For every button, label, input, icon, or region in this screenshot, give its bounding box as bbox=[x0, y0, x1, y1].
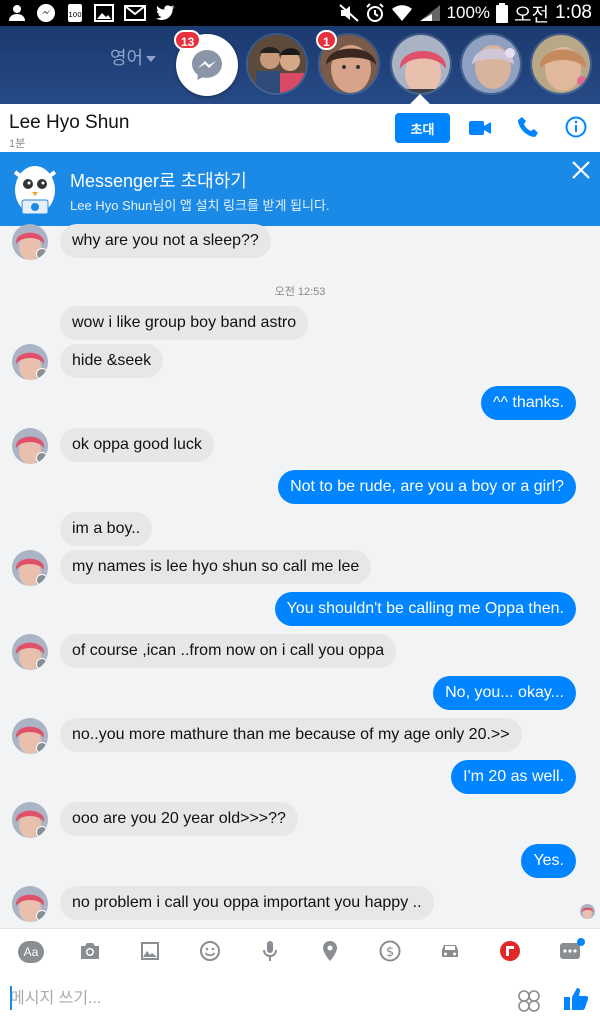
avatar[interactable] bbox=[12, 550, 48, 586]
location-icon[interactable] bbox=[319, 940, 341, 962]
chat-head-lee-hyo-shun[interactable] bbox=[390, 33, 452, 95]
message-timestamp: 오전 12:53 bbox=[274, 286, 326, 298]
message-incoming[interactable]: why are you not a sleep?? bbox=[60, 224, 271, 258]
conversation-header: Lee Hyo Shun 1분 초대 bbox=[0, 104, 600, 152]
clock-ampm: 오전 bbox=[514, 4, 550, 26]
message-outgoing[interactable]: No, you... okay... bbox=[433, 676, 576, 710]
person-icon bbox=[9, 5, 25, 21]
message-incoming[interactable]: my names is lee hyo shun so call me lee bbox=[60, 550, 372, 584]
avatar[interactable] bbox=[12, 224, 48, 260]
payment-icon[interactable]: $ bbox=[379, 940, 401, 962]
messenger-mascot-icon bbox=[13, 166, 57, 215]
storage-icon: 100 bbox=[68, 4, 82, 22]
camera-icon[interactable] bbox=[79, 940, 101, 962]
avatar[interactable] bbox=[12, 344, 48, 380]
message-incoming[interactable]: hide &seek bbox=[60, 344, 164, 378]
messenger-notification-icon bbox=[37, 4, 55, 22]
seen-indicator-avatar bbox=[580, 904, 595, 919]
message-incoming[interactable]: im a boy.. bbox=[60, 512, 153, 546]
chat-head-friend-4[interactable] bbox=[460, 33, 522, 95]
message-incoming[interactable]: ok oppa good luck bbox=[60, 428, 214, 462]
chat-head-couple[interactable] bbox=[246, 33, 308, 95]
clock-time: 1:08 bbox=[555, 2, 592, 23]
avatar[interactable] bbox=[12, 718, 48, 754]
emoji-icon[interactable] bbox=[199, 940, 221, 962]
twitter-icon bbox=[156, 5, 175, 20]
messenger-icon bbox=[192, 50, 222, 80]
avatar[interactable] bbox=[12, 802, 48, 838]
banner-subtitle: Lee Hyo Shun님이 앱 설치 링크를 받게 됩니다. bbox=[70, 198, 330, 213]
phone-icon[interactable] bbox=[517, 116, 539, 138]
car-icon[interactable] bbox=[439, 940, 461, 962]
message-outgoing[interactable]: You shouldn't be calling me Oppa then. bbox=[274, 592, 576, 626]
message-outgoing[interactable]: ^^ thanks. bbox=[480, 386, 576, 420]
message-outgoing[interactable]: Yes. bbox=[521, 844, 576, 878]
battery-percent: 100% bbox=[446, 3, 491, 22]
message-composer bbox=[0, 974, 600, 1024]
chat-heads-bar: 영어 13 1 bbox=[0, 26, 600, 104]
chat-head-friend-5[interactable] bbox=[530, 33, 592, 95]
like-icon[interactable] bbox=[563, 986, 589, 1012]
message-incoming[interactable]: wow i like group boy band astro bbox=[60, 306, 309, 340]
text-format-icon[interactable]: Aa bbox=[18, 941, 44, 963]
message-incoming[interactable]: ooo are you 20 year old>>>?? bbox=[60, 802, 298, 836]
alarm-icon bbox=[365, 3, 384, 22]
gallery-icon bbox=[94, 4, 114, 22]
avatar[interactable] bbox=[12, 634, 48, 670]
avatar[interactable] bbox=[12, 886, 48, 922]
language-selector[interactable]: 영어 bbox=[110, 44, 157, 70]
svg-text:$: $ bbox=[386, 945, 394, 960]
message-incoming[interactable]: no..you more mathure than me because of … bbox=[60, 718, 522, 752]
last-active-status: 1분 bbox=[9, 138, 26, 150]
active-head-pointer bbox=[410, 94, 430, 104]
stickers-icon[interactable] bbox=[517, 989, 541, 1013]
message-outgoing[interactable]: I'm 20 as well. bbox=[451, 760, 576, 794]
svg-text:100: 100 bbox=[68, 11, 81, 19]
info-icon[interactable] bbox=[565, 116, 587, 138]
new-apps-dot bbox=[577, 938, 585, 946]
video-call-icon[interactable] bbox=[468, 119, 492, 137]
gallery-icon[interactable] bbox=[139, 940, 161, 962]
banner-title: Messenger로 초대하기 bbox=[70, 171, 247, 191]
wifi-icon bbox=[391, 5, 412, 21]
mute-icon bbox=[338, 4, 359, 22]
flipboard-icon[interactable] bbox=[499, 940, 521, 962]
messenger-unread-badge: 13 bbox=[174, 30, 202, 50]
chevron-down-icon bbox=[146, 56, 157, 63]
avatar[interactable] bbox=[12, 428, 48, 464]
text-cursor bbox=[10, 986, 12, 1010]
microphone-icon[interactable] bbox=[259, 940, 281, 962]
message-outgoing[interactable]: Not to be rude, are you a boy or a girl? bbox=[278, 470, 576, 504]
signal-icon bbox=[419, 5, 440, 21]
contact-name[interactable]: Lee Hyo Shun bbox=[9, 112, 129, 134]
message-incoming[interactable]: no problem i call you oppa important you… bbox=[60, 886, 434, 920]
invite-button[interactable]: 초대 bbox=[395, 113, 450, 143]
battery-icon bbox=[496, 3, 509, 23]
message-incoming[interactable]: of course ,ican ..from now on i call you… bbox=[60, 634, 397, 668]
composer-toolbar: Aa $ bbox=[0, 928, 600, 974]
message-input[interactable] bbox=[10, 986, 490, 1012]
chat-head-unread-badge: 1 bbox=[316, 30, 337, 50]
mail-icon bbox=[124, 5, 146, 21]
status-bar: 100 100% 오전 1:08 bbox=[0, 0, 600, 26]
close-icon[interactable] bbox=[571, 160, 591, 180]
invite-banner: Messenger로 초대하기 Lee Hyo Shun님이 앱 설치 링크를 … bbox=[0, 152, 600, 226]
